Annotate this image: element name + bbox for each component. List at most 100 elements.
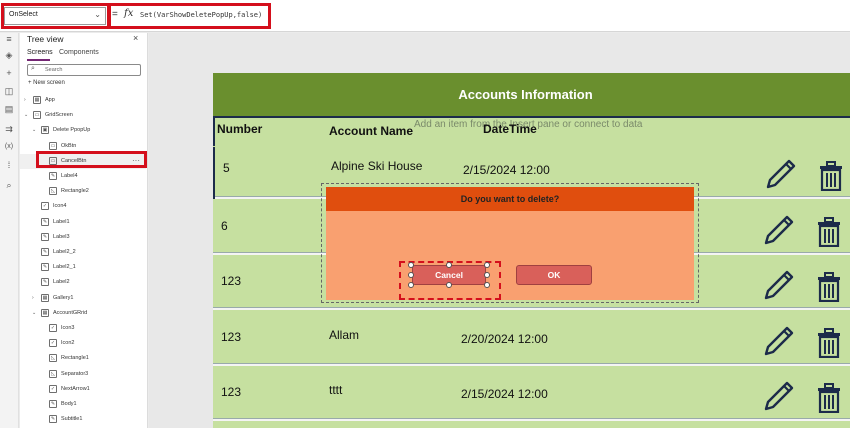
row-number: 6 <box>221 218 228 233</box>
tree-node[interactable]: ⌄ ▣ Delete PpopUp <box>20 123 146 138</box>
tree-node-label: Label4 <box>61 173 78 179</box>
tree-node-label: App <box>45 97 55 103</box>
new-screen-button[interactable]: + New screen <box>28 80 65 86</box>
tree-node-label: Label3 <box>53 233 70 240</box>
tree-node[interactable]: ⌄ ▦ AccountGRrid <box>20 306 146 321</box>
resize-handle[interactable] <box>408 282 414 288</box>
row-number: 123 <box>221 329 242 344</box>
resize-handle[interactable] <box>408 262 414 268</box>
popup-header: Do you want to delete? <box>326 187 694 211</box>
edit-pencil-icon[interactable] <box>762 268 796 302</box>
row-account-name: Allam <box>329 327 360 342</box>
tree-search-input[interactable]: ⌕ Search <box>27 64 141 76</box>
tree-node[interactable]: ⌄ ▭ GridScreen <box>20 108 146 123</box>
tab-screens[interactable]: Screens <box>27 49 53 56</box>
resize-handle[interactable] <box>408 272 414 278</box>
layers-icon[interactable]: ◈ <box>3 49 15 61</box>
delete-trash-icon[interactable] <box>816 383 842 414</box>
tree-node-label: Subtitle1 <box>61 416 83 423</box>
check-icon: ✓ <box>41 202 49 211</box>
edit-pencil-icon[interactable] <box>762 324 796 358</box>
tree-node[interactable]: › ▦ Gallery1 <box>20 291 146 306</box>
chevron-icon[interactable]: › <box>32 295 34 301</box>
tree-node[interactable]: ◺ Separator3 <box>20 367 146 382</box>
tree-node-label: Gallery1 <box>53 294 74 301</box>
chevron-icon[interactable]: ⌄ <box>32 127 36 133</box>
media-icon[interactable]: ▤ <box>3 103 15 115</box>
delete-trash-icon[interactable] <box>816 216 842 247</box>
row-datetime: 2/20/2024 12:00 <box>461 331 548 346</box>
tree-node[interactable]: ✎ Label1 <box>20 215 146 230</box>
resize-handle[interactable] <box>446 282 452 288</box>
group-icon: ▣ <box>41 126 49 135</box>
tree-node[interactable]: ✎ Label2 <box>20 275 146 290</box>
ok-button[interactable]: OK <box>516 265 592 285</box>
tree-node-label: Icon2 <box>61 340 75 347</box>
tree-node[interactable]: ✓ Icon2 <box>20 336 146 351</box>
chevron-icon[interactable]: ⌄ <box>32 310 36 316</box>
row-number: 123 <box>221 274 242 288</box>
cancelbtn-node-highlight <box>36 151 147 168</box>
search-icon: ⌕ <box>31 65 35 72</box>
resize-handle[interactable] <box>484 262 490 268</box>
row-number: 5 <box>223 161 230 175</box>
check-icon: ✓ <box>49 339 57 348</box>
tree-node[interactable]: ✓ Icon4 <box>20 199 146 214</box>
table-row[interactable]: 123 Allam 2/20/2024 12:00 <box>213 313 850 366</box>
tab-components[interactable]: Components <box>59 49 99 56</box>
tree-node-label: Rectangle2 <box>61 188 89 195</box>
column-account-name: Account Name <box>329 124 414 138</box>
left-rail: ≡ ◈ + ◫ ▤ ⇉ (x) ⁞ ⌕ <box>0 33 19 428</box>
tree-node[interactable]: ✎ Body1 <box>20 397 146 412</box>
new-screen-label: New screen <box>33 80 65 86</box>
chevron-icon[interactable]: › <box>24 97 26 103</box>
row-account-name: tttt <box>329 383 343 397</box>
table-row[interactable]: 123 tttt 2/15/2024 12:00 <box>213 369 850 421</box>
tree-node-label: Rectangle1 <box>61 355 89 362</box>
search-icon[interactable]: ⌕ <box>3 179 15 191</box>
row-datetime: 2/15/2024 12:00 <box>461 387 548 401</box>
edit-pencil-icon[interactable] <box>764 157 798 191</box>
label-icon: ✎ <box>41 232 49 241</box>
chevron-icon[interactable]: ⌄ <box>24 112 28 118</box>
tools-icon[interactable]: ⁞ <box>3 159 15 171</box>
plus-icon[interactable]: + <box>3 67 15 79</box>
row-separator <box>213 418 850 421</box>
resize-handle[interactable] <box>484 272 490 278</box>
label-icon: ✎ <box>41 217 49 226</box>
tree-node[interactable]: ◺ Rectangle1 <box>20 351 146 366</box>
variables-icon[interactable]: (x) <box>3 141 15 153</box>
tree-node[interactable]: › ▦ App <box>20 93 146 108</box>
delete-trash-icon[interactable] <box>816 327 842 358</box>
tree-node-label: GridScreen <box>45 112 73 119</box>
edit-pencil-icon[interactable] <box>762 379 796 413</box>
tree-node-label: Label2_2 <box>53 249 76 255</box>
tree-node[interactable]: ✎ Label4 <box>20 169 146 184</box>
row-number: 123 <box>221 385 242 399</box>
label-icon: ✎ <box>49 415 57 424</box>
tree-node[interactable]: ✓ NextArrow1 <box>20 382 146 397</box>
menu-icon[interactable]: ≡ <box>3 33 15 45</box>
gallery-icon: ▦ <box>41 308 49 317</box>
tree-node[interactable]: ✎ Label2_1 <box>20 260 146 275</box>
label-icon: ✎ <box>41 278 49 287</box>
resize-handle[interactable] <box>484 282 490 288</box>
resize-handle[interactable] <box>446 262 452 268</box>
label-icon: ✎ <box>49 400 57 408</box>
row-datetime: 2/15/2024 12:00 <box>463 163 550 177</box>
data-flow-icon[interactable]: ⇉ <box>3 123 15 135</box>
label-icon: ✎ <box>49 172 57 180</box>
row-separator <box>213 362 850 366</box>
delete-trash-icon[interactable] <box>818 161 844 192</box>
tree-node[interactable]: ✓ Icon3 <box>20 321 146 336</box>
database-icon[interactable]: ◫ <box>3 85 15 97</box>
tree-node[interactable]: ✎ Label2_2 <box>20 245 146 260</box>
close-icon[interactable]: × <box>133 33 138 43</box>
edit-pencil-icon[interactable] <box>762 213 796 247</box>
tree-node[interactable]: ✎ Subtitle1 <box>20 412 146 427</box>
tree-node-label: Icon4 <box>53 203 67 210</box>
column-header-row: Number Account Name Add an item from the… <box>213 116 850 146</box>
delete-trash-icon[interactable] <box>816 272 842 303</box>
tree-node[interactable]: ◺ Rectangle2 <box>20 184 146 199</box>
tree-node[interactable]: ✎ Label3 <box>20 230 146 245</box>
